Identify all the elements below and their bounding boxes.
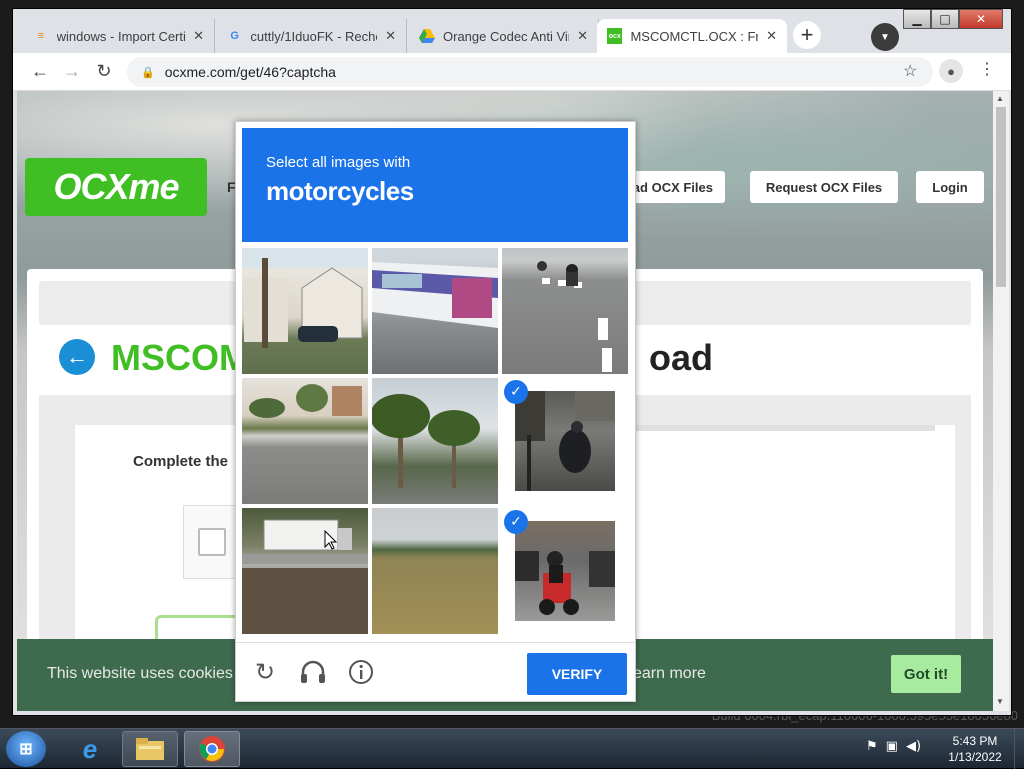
scroll-thumb[interactable]: [996, 107, 1006, 287]
tab-close-icon[interactable]: ✕: [193, 28, 204, 44]
lock-icon: 🔒: [141, 66, 155, 79]
system-tray: ⚑ ▣ ◀): [866, 739, 921, 754]
scroll-down-icon[interactable]: ▼: [996, 697, 1004, 706]
explorer-icon[interactable]: [122, 731, 178, 767]
captcha-challenge-popup: Select all images with motorcycles ✓ ✓ ↻…: [235, 121, 636, 702]
page-title-end: oad: [649, 337, 714, 378]
captcha-tile-7[interactable]: [242, 508, 368, 634]
captcha-header: Select all images with motorcycles: [242, 128, 628, 242]
captcha-instruction: Select all images with: [266, 154, 411, 171]
windows-taskbar: ⊞ e ⚑ ▣ ◀) 5:43 PM 1/13/2022: [0, 728, 1024, 769]
tab-close-icon[interactable]: ✕: [385, 28, 396, 44]
drive-icon: [419, 28, 435, 44]
volume-icon[interactable]: ◀): [906, 739, 921, 754]
chrome-menu-icon[interactable]: ⋮: [979, 59, 995, 79]
chrome-icon[interactable]: [184, 731, 240, 767]
recaptcha-checkbox[interactable]: [198, 528, 226, 556]
browser-toolbar: ← → ↻ 🔒 ocxme.com/get/46?captcha ☆ ● ⋮: [13, 53, 1011, 91]
tab-title: cuttly/1IduoFK - Recher: [250, 28, 378, 44]
flag-icon[interactable]: ⚑: [866, 739, 878, 754]
divider: [635, 425, 935, 431]
network-icon[interactable]: ▣: [886, 739, 898, 754]
captcha-tile-3[interactable]: [502, 248, 628, 374]
page-scrollbar[interactable]: ▲ ▼: [993, 91, 1009, 711]
ie-icon[interactable]: e: [62, 731, 118, 767]
clock-time: 5:43 PM: [952, 734, 998, 748]
back-button[interactable]: ←: [29, 61, 51, 82]
audio-icon[interactable]: [298, 657, 328, 687]
tab-search-icon[interactable]: ▼: [871, 23, 899, 51]
new-tab-button[interactable]: +: [793, 21, 821, 49]
tab-title: windows - Import Certif: [56, 28, 186, 44]
site-logo[interactable]: OCXme: [25, 158, 207, 216]
captcha-tile-5[interactable]: [372, 378, 498, 504]
address-bar[interactable]: 🔒 ocxme.com/get/46?captcha: [127, 57, 933, 87]
tab-orange-codec[interactable]: Orange Codec Anti Viru ✕: [409, 19, 599, 53]
profile-icon[interactable]: ●: [939, 59, 963, 83]
url-text: ocxme.com/get/46?captcha: [164, 64, 336, 80]
window-controls: ▁ □ ✕: [903, 9, 1003, 29]
nav-login[interactable]: Login: [916, 171, 984, 203]
tab-mscomctl[interactable]: ocx MSCOMCTL.OCX : Free ✕: [597, 19, 787, 53]
captcha-grid: ✓ ✓: [242, 248, 632, 638]
tab-title: MSCOMCTL.OCX : Free: [630, 28, 759, 44]
stack-icon: ≡: [37, 30, 44, 42]
verify-button[interactable]: VERIFY: [527, 653, 627, 695]
forward-button[interactable]: →: [61, 61, 83, 82]
start-button[interactable]: ⊞: [6, 731, 46, 767]
selected-check-icon: ✓: [504, 380, 528, 404]
tab-close-icon[interactable]: ✕: [766, 28, 777, 44]
reload-icon[interactable]: ↻: [250, 657, 280, 687]
mouse-cursor: [324, 530, 338, 550]
scroll-up-icon[interactable]: ▲: [996, 94, 1004, 103]
learn-more-link[interactable]: earn more: [633, 665, 706, 683]
tab-cuttly[interactable]: G cuttly/1IduoFK - Recher ✕: [217, 19, 407, 53]
back-arrow-icon[interactable]: ←: [59, 339, 95, 375]
captcha-tile-6[interactable]: ✓: [502, 378, 628, 504]
tab-close-icon[interactable]: ✕: [577, 28, 588, 44]
info-icon[interactable]: [346, 657, 376, 687]
clock-date: 1/13/2022: [948, 750, 1002, 764]
show-desktop-button[interactable]: [1014, 729, 1024, 769]
bookmark-star-icon[interactable]: ☆: [903, 61, 917, 81]
cookie-text: This website uses cookies: [47, 665, 233, 682]
captcha-footer: ↻ VERIFY: [236, 642, 635, 702]
captcha-tile-1[interactable]: [242, 248, 368, 374]
maximize-button[interactable]: □: [931, 9, 959, 29]
recaptcha-widget: [183, 505, 243, 579]
desktop: Build 6004.rbl_ecap.110606-1000.595e55e1…: [0, 0, 1024, 769]
tab-strip: ≡ windows - Import Certif ✕ G cuttly/1Id…: [13, 17, 893, 53]
captcha-tile-9[interactable]: ✓: [502, 508, 628, 634]
captcha-target: motorcycles: [266, 176, 414, 206]
close-window-button[interactable]: ✕: [959, 9, 1003, 29]
minimize-button[interactable]: ▁: [903, 9, 931, 29]
captcha-tile-2[interactable]: [372, 248, 498, 374]
nav-request-ocx[interactable]: Request OCX Files: [750, 171, 898, 203]
taskbar-clock[interactable]: 5:43 PM 1/13/2022: [940, 733, 1010, 765]
tab-windows-import[interactable]: ≡ windows - Import Certif ✕: [23, 19, 215, 53]
captcha-tile-8[interactable]: [372, 508, 498, 634]
reload-button[interactable]: ↻: [93, 61, 115, 82]
complete-captcha-text: Complete the: [133, 453, 229, 470]
ocx-icon: ocx: [607, 28, 623, 44]
captcha-tile-4[interactable]: [242, 378, 368, 504]
got-it-button[interactable]: Got it!: [891, 655, 961, 693]
google-icon: G: [230, 30, 239, 42]
selected-check-icon: ✓: [504, 510, 528, 534]
tab-title: Orange Codec Anti Viru: [443, 28, 570, 44]
page-title: MSCOM: [111, 337, 249, 378]
